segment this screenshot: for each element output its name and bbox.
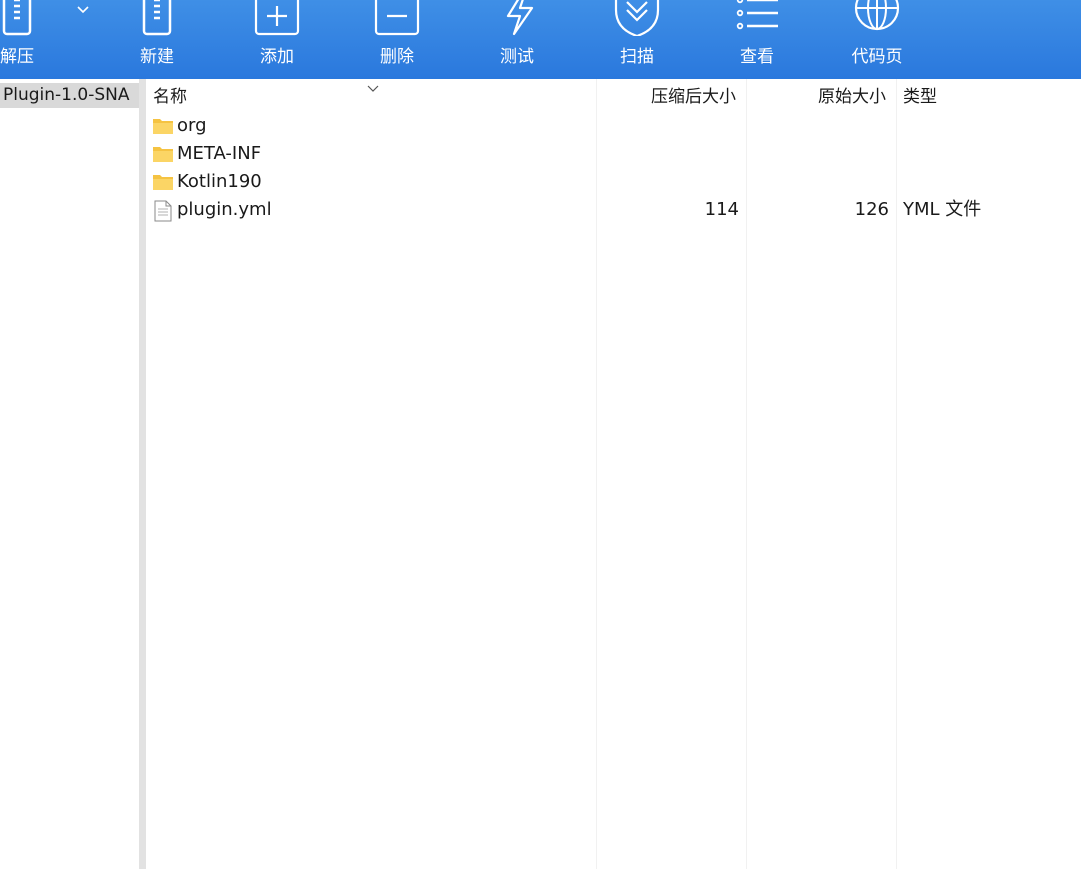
list-item[interactable]: plugin.yml 114 126 YML 文件 <box>146 196 1081 224</box>
list-item[interactable]: org <box>146 112 1081 140</box>
file-name: Kotlin190 <box>177 171 262 192</box>
file-name: META-INF <box>177 143 262 164</box>
tree-item-archive[interactable]: Plugin-1.0-SNA <box>0 83 139 108</box>
document-icon <box>152 200 174 222</box>
toolbar: 解压 新建 添加 删除 测试 扫描 查看 代码页 <box>0 0 1081 79</box>
scan-shield-icon <box>592 0 682 36</box>
column-header-compressed-size[interactable]: 压缩后大小 <box>651 85 736 109</box>
list-item[interactable]: META-INF <box>146 140 1081 168</box>
file-name: plugin.yml <box>177 199 272 220</box>
chevron-down-icon[interactable] <box>74 2 92 16</box>
column-header-name[interactable]: 名称 <box>153 85 187 109</box>
file-name: org <box>177 115 207 136</box>
sort-chevron-icon <box>366 79 380 92</box>
scan-button[interactable]: 扫描 <box>592 0 682 79</box>
file-type: YML 文件 <box>903 199 982 220</box>
folder-icon <box>152 116 174 136</box>
pane-splitter[interactable] <box>139 79 146 869</box>
delete-button[interactable]: 删除 <box>352 0 442 79</box>
delete-label: 删除 <box>380 47 414 67</box>
extract-button[interactable]: 解压 <box>0 0 62 79</box>
list-item[interactable]: Kotlin190 <box>146 168 1081 196</box>
delete-icon <box>352 0 442 36</box>
scan-label: 扫描 <box>620 47 654 67</box>
extract-icon <box>0 0 62 36</box>
add-label: 添加 <box>260 47 294 67</box>
folder-icon <box>152 172 174 192</box>
codepage-label: 代码页 <box>851 47 903 67</box>
view-label: 查看 <box>740 47 774 67</box>
codepage-button[interactable]: 代码页 <box>832 0 922 79</box>
codepage-globe-icon <box>832 0 922 36</box>
test-label: 测试 <box>500 47 534 67</box>
column-header-type[interactable]: 类型 <box>903 85 937 109</box>
folder-tree: Plugin-1.0-SNA <box>0 79 139 869</box>
test-icon <box>472 0 562 36</box>
test-button[interactable]: 测试 <box>472 0 562 79</box>
new-button[interactable]: 新建 <box>112 0 202 79</box>
view-list-icon <box>712 0 802 36</box>
folder-icon <box>152 144 174 164</box>
new-label: 新建 <box>140 47 174 67</box>
add-icon <box>232 0 322 36</box>
view-button[interactable]: 查看 <box>712 0 802 79</box>
add-button[interactable]: 添加 <box>232 0 322 79</box>
new-archive-icon <box>112 0 202 36</box>
file-list: 名称 压缩后大小 原始大小 类型 org META-INF Kotlin190 … <box>146 79 1081 869</box>
extract-label: 解压 <box>0 47 34 67</box>
original-size: 126 <box>854 199 889 220</box>
compressed-size: 114 <box>704 199 739 220</box>
list-header: 名称 压缩后大小 原始大小 类型 <box>146 79 1081 113</box>
column-header-original-size[interactable]: 原始大小 <box>818 85 886 109</box>
